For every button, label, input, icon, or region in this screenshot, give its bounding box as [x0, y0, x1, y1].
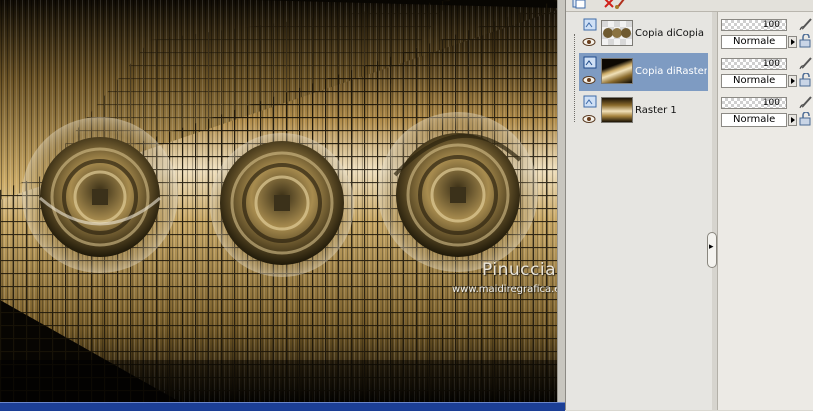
layers-toolbar: [566, 0, 813, 12]
blend-dropdown-arrow[interactable]: [788, 36, 797, 48]
layer-row-raster-1[interactable]: Raster 1: [579, 92, 708, 130]
layer-properties: 100 Normale 100 Normale 100 Normale: [717, 12, 813, 410]
chevron-right-icon: ▸: [709, 242, 714, 252]
watermark-name: Pinuccia: [482, 260, 556, 280]
layer-name: Copia diCopia di R: [635, 28, 707, 39]
raster-layer-icon: [583, 18, 597, 31]
image-canvas[interactable]: Pinuccia www.maidiregrafica.eu: [0, 0, 557, 402]
lock-icon[interactable]: [799, 34, 813, 48]
visibility-eye-icon[interactable]: [582, 114, 596, 124]
layer-name: Copia diRaster 1: [635, 66, 707, 77]
layer-props-row: 100 Normale: [721, 54, 813, 90]
layer-thumbnail: [601, 97, 633, 123]
visibility-eye-icon[interactable]: [582, 37, 596, 47]
watermark-url: www.maidiregrafica.eu: [452, 284, 557, 295]
visibility-eye-icon[interactable]: [582, 75, 596, 85]
layer-props-row: 100 Normale: [721, 15, 813, 51]
opacity-field[interactable]: 100: [721, 19, 787, 31]
lock-icon[interactable]: [799, 112, 813, 126]
layer-name: Raster 1: [635, 105, 677, 116]
raster-layer-icon: [583, 56, 597, 69]
collapse-handle[interactable]: ▸: [707, 232, 717, 268]
blend-mode-select[interactable]: Normale: [721, 74, 787, 88]
artwork: [0, 0, 557, 402]
layer-row-copia-di-copia[interactable]: Copia diCopia di R: [579, 15, 708, 53]
new-layer-icon[interactable]: [572, 0, 586, 9]
sphere-middle: [210, 133, 354, 277]
layer-thumbnail: [601, 58, 633, 84]
layers-palette: Copia diCopia di R Copia diRaster 1: [565, 0, 813, 410]
lock-icon[interactable]: [799, 73, 813, 87]
layer-row-copia-di-raster[interactable]: Copia diRaster 1: [579, 53, 708, 91]
brush-icon[interactable]: [614, 0, 628, 9]
opacity-field[interactable]: 100: [721, 97, 787, 109]
edit-brush-icon[interactable]: [798, 95, 813, 109]
blend-dropdown-arrow[interactable]: [788, 114, 797, 126]
opacity-field[interactable]: 100: [721, 58, 787, 70]
layer-list: Copia diCopia di R Copia diRaster 1: [566, 12, 712, 410]
blend-mode-select[interactable]: Normale: [721, 113, 787, 127]
opacity-value: 100: [762, 59, 780, 69]
blend-mode-value: Normale: [733, 75, 776, 86]
opacity-value: 100: [762, 98, 780, 108]
blend-mode-value: Normale: [733, 114, 776, 125]
group-connector: [574, 34, 576, 122]
opacity-value: 100: [762, 20, 780, 30]
blend-mode-value: Normale: [733, 36, 776, 47]
sphere-left: [22, 117, 178, 273]
raster-layer-icon: [583, 95, 597, 108]
edit-brush-icon[interactable]: [798, 56, 813, 70]
layer-props-row: 100 Normale: [721, 93, 813, 129]
sphere-right: [378, 112, 538, 272]
blend-dropdown-arrow[interactable]: [788, 75, 797, 87]
blend-mode-select[interactable]: Normale: [721, 35, 787, 49]
layer-thumbnail: [601, 20, 633, 46]
edit-brush-icon[interactable]: [798, 17, 813, 31]
